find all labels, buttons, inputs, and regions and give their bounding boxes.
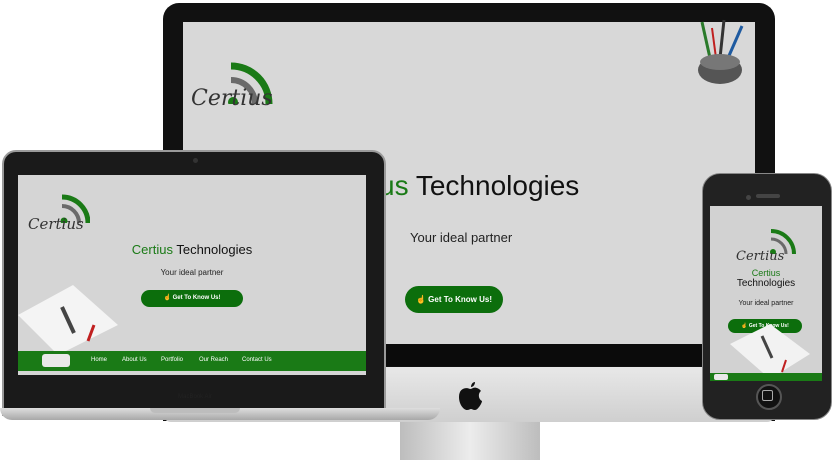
laptop-navbar: Home About Us Portfolio Our Reach Contac…	[18, 351, 366, 371]
title-green-part: Certius	[751, 268, 781, 278]
cta-label: Get To Know Us!	[172, 295, 221, 301]
page-title: us Technologies	[379, 170, 579, 202]
phone-screen: Certius Certius Technologies Your ideal …	[710, 206, 822, 381]
notepad-decoration	[730, 324, 810, 379]
title-dark-part: Technologies	[415, 170, 580, 201]
title-dark-part: Technologies	[176, 242, 253, 257]
phone-navbar	[710, 373, 822, 381]
laptop-screen: Certius Certius Technologies Your ideal …	[18, 175, 366, 375]
apple-icon	[459, 382, 482, 410]
pen-cup-icon	[698, 19, 744, 84]
thumbs-up-icon: ☝	[163, 295, 171, 301]
logo-text: Certius	[736, 249, 785, 264]
phone-speaker	[756, 194, 780, 198]
imac-stand	[400, 422, 540, 460]
get-to-know-us-button[interactable]: ☝ Get To Know Us!	[405, 286, 503, 313]
thumbs-up-icon: ☝	[415, 295, 426, 304]
laptop-model-label: MacBook Air	[178, 394, 212, 400]
page-title: Certius Technologies	[18, 242, 366, 257]
laptop-camera	[193, 158, 198, 163]
title-dark-part: Technologies	[736, 278, 796, 289]
tagline: Your ideal partner	[410, 230, 513, 245]
nav-contact-us[interactable]: Contact Us	[242, 357, 272, 363]
get-to-know-us-button[interactable]: ☝ Get To Know Us!	[141, 290, 243, 307]
cta-label: Get To Know Us!	[428, 295, 493, 304]
nav-about-us[interactable]: About Us	[122, 357, 147, 363]
home-square-icon	[762, 390, 773, 401]
title-green-part: Certius	[131, 242, 173, 257]
logo-text: Certius	[28, 215, 84, 233]
logo-text: Certius	[191, 86, 273, 111]
navbar-logo[interactable]	[42, 354, 70, 367]
nav-our-reach[interactable]: Our Reach	[199, 357, 228, 363]
tagline: Your ideal partner	[160, 268, 224, 277]
nav-home[interactable]: Home	[91, 357, 107, 363]
notepad-decoration	[18, 285, 118, 355]
laptop-notch	[150, 408, 240, 413]
nav-portfolio[interactable]: Portfolio	[161, 357, 183, 363]
tagline: Your ideal partner	[738, 300, 794, 307]
phone-camera	[746, 195, 751, 200]
navbar-logo[interactable]	[714, 374, 728, 380]
